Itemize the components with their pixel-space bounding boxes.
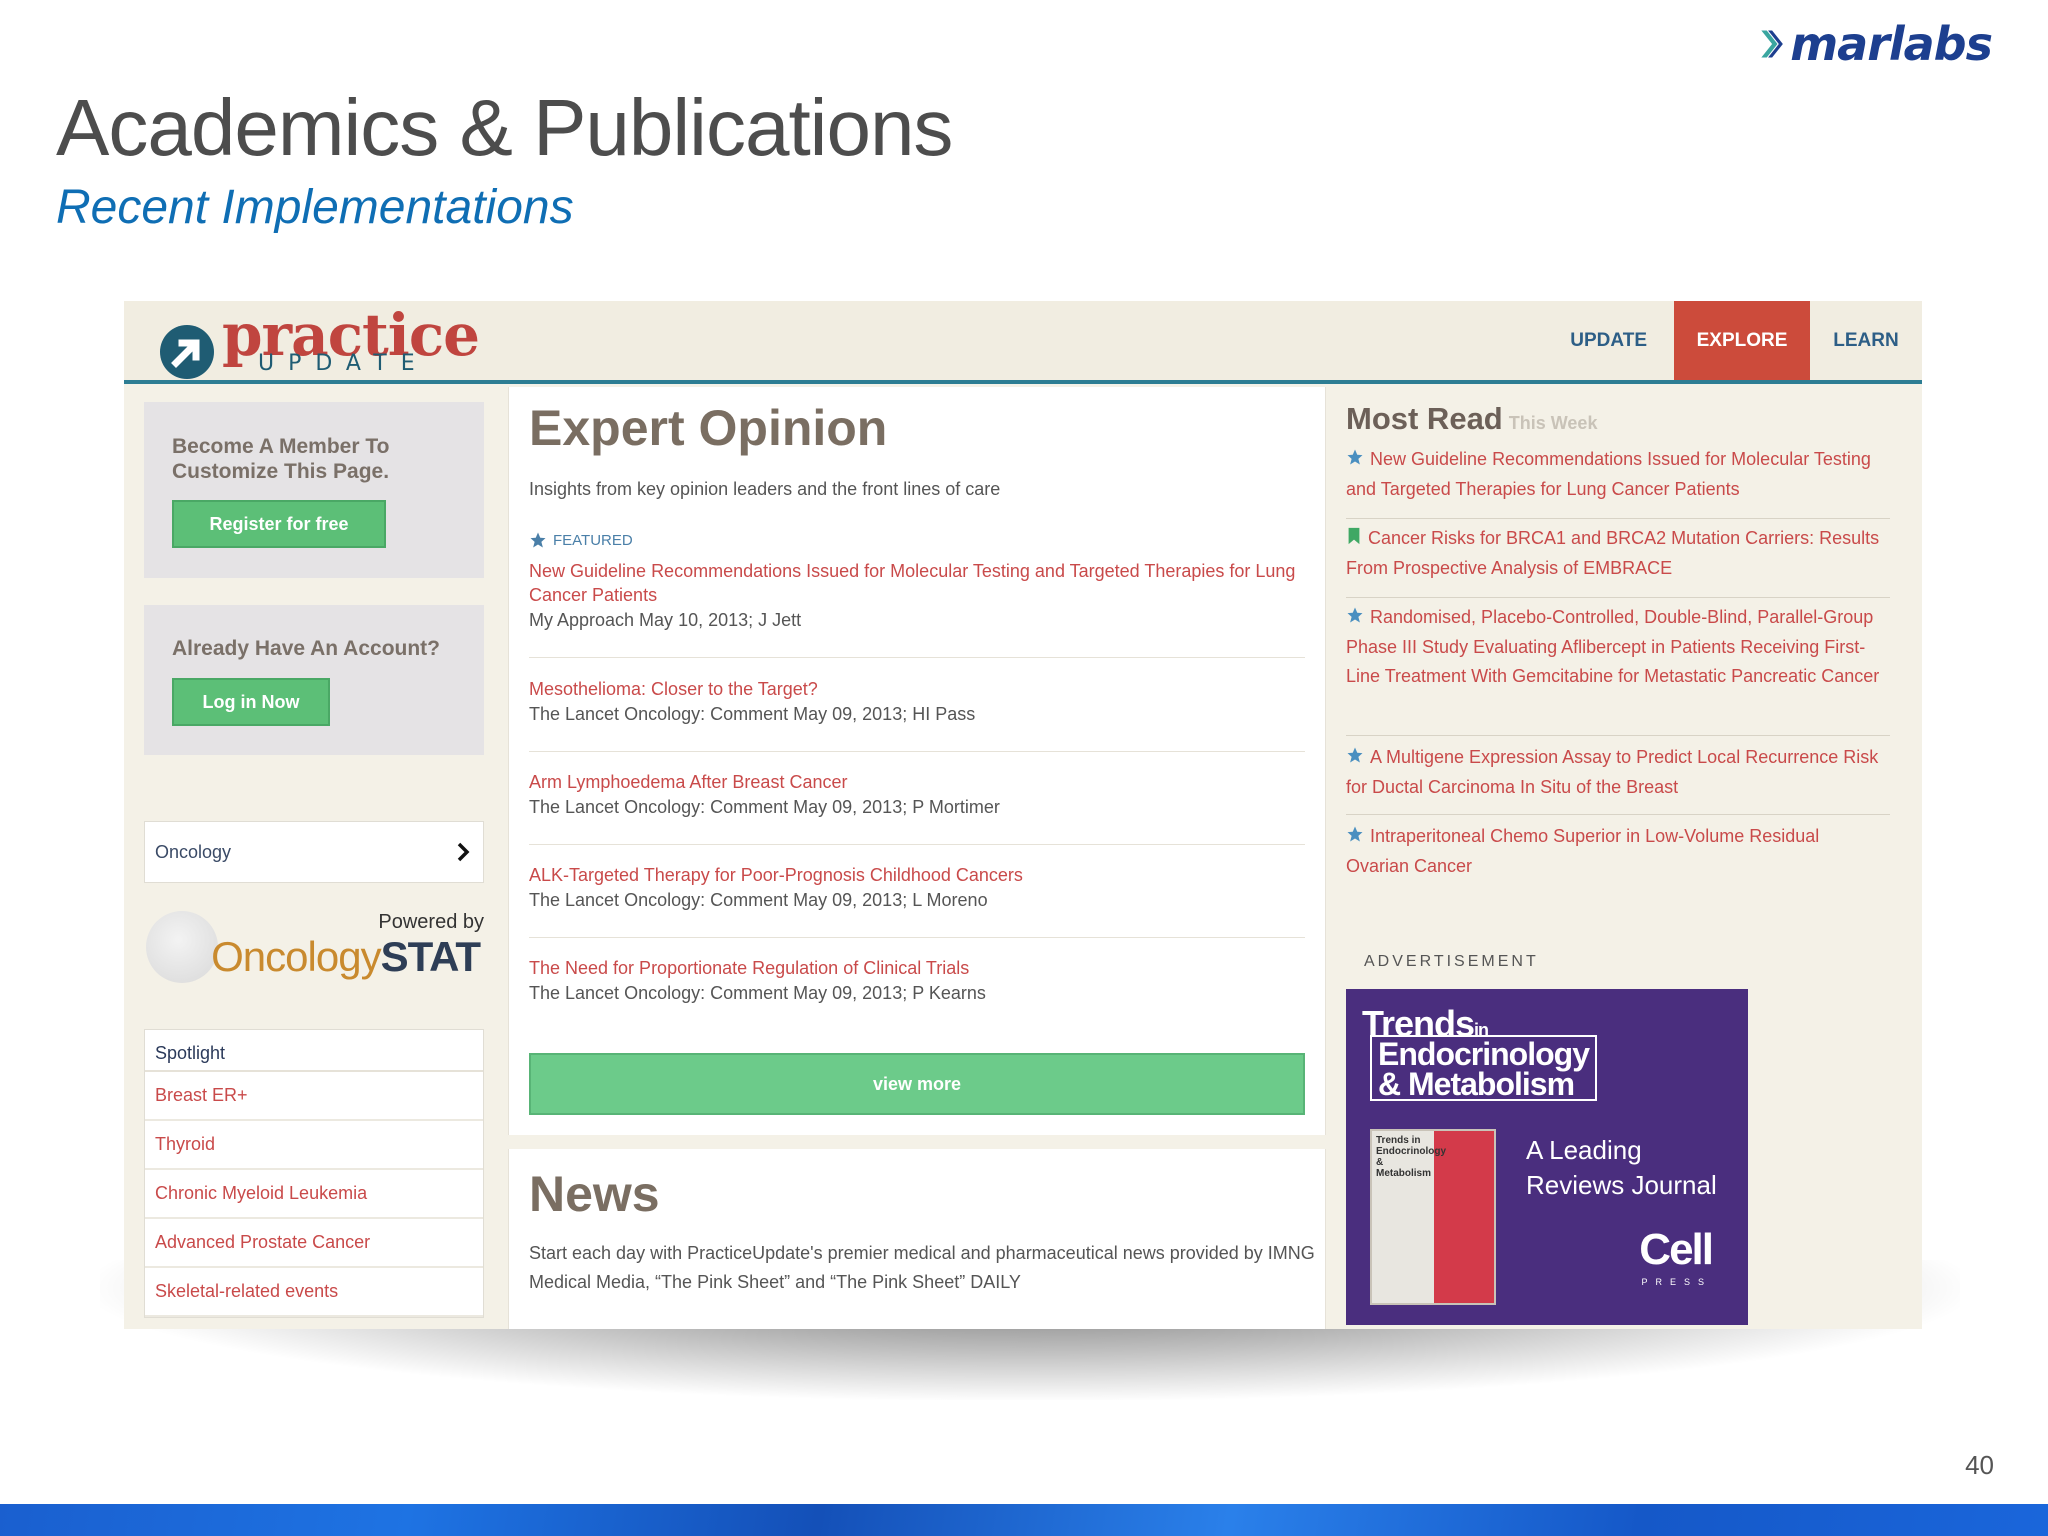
most-read-item[interactable]: New Guideline Recommendations Issued for… bbox=[1346, 445, 1886, 504]
star-icon bbox=[530, 532, 546, 548]
spotlight-item[interactable]: Chronic Myeloid Leukemia bbox=[145, 1170, 483, 1219]
spotlight-header: Spotlight bbox=[145, 1030, 483, 1072]
cell-press-sub: PRESS bbox=[1641, 1277, 1712, 1287]
news-description: Start each day with PracticeUpdate's pre… bbox=[529, 1243, 1315, 1292]
article-item: ALK-Targeted Therapy for Poor-Prognosis … bbox=[529, 863, 1305, 913]
article-title[interactable]: The Need for Proportionate Regulation of… bbox=[529, 956, 1305, 980]
article-title[interactable]: ALK-Targeted Therapy for Poor-Prognosis … bbox=[529, 863, 1305, 887]
cover-title: Trends in Endocrinology & Metabolism bbox=[1376, 1135, 1446, 1179]
divider bbox=[529, 937, 1305, 938]
news-panel: News Start each day with PracticeUpdate'… bbox=[508, 1149, 1326, 1329]
main-nav: UPDATE EXPLORE LEARN bbox=[1543, 301, 1922, 380]
divider bbox=[1346, 597, 1890, 598]
footer-band bbox=[0, 1504, 2048, 1536]
most-read-item[interactable]: Cancer Risks for BRCA1 and BRCA2 Mutatio… bbox=[1346, 524, 1886, 583]
most-read-item[interactable]: A Multigene Expression Assay to Predict … bbox=[1346, 743, 1886, 802]
marlabs-mark-icon bbox=[1761, 30, 1783, 58]
slide-title: Academics & Publications bbox=[56, 83, 953, 172]
specialty-selected-label: Oncology bbox=[155, 841, 232, 862]
marlabs-logo: marlabs bbox=[1760, 17, 1993, 71]
most-read-item[interactable]: Intraperitoneal Chemo Superior in Low-Vo… bbox=[1346, 822, 1886, 881]
member-box: Become A Member To Customize This Page. … bbox=[144, 402, 484, 578]
article-meta: The Lancet Oncology: Comment May 09, 201… bbox=[529, 797, 1000, 817]
advertisement-label: ADVERTISEMENT bbox=[1364, 953, 1539, 970]
star-icon bbox=[1347, 449, 1363, 465]
nav-update[interactable]: UPDATE bbox=[1543, 301, 1674, 380]
divider bbox=[1346, 518, 1890, 519]
ad-brand-box: Endocrinology & Metabolism bbox=[1370, 1035, 1597, 1101]
most-read-period: This Week bbox=[1508, 413, 1598, 433]
marlabs-wordmark: marlabs bbox=[1790, 17, 1993, 71]
star-icon bbox=[1347, 607, 1363, 623]
most-read-title: Most Read This Week bbox=[1346, 401, 1598, 436]
member-prompt: Become A Member To Customize This Page. bbox=[172, 435, 390, 483]
powered-by-label: Powered by bbox=[378, 911, 484, 933]
nav-explore[interactable]: EXPLORE bbox=[1674, 301, 1810, 380]
oncologystat-wordmark: OncologySTAT bbox=[211, 933, 481, 980]
spotlight-item[interactable]: Thyroid bbox=[145, 1121, 483, 1170]
most-read-item[interactable]: Randomised, Placebo-Controlled, Double-B… bbox=[1346, 603, 1886, 692]
article-meta: The Lancet Oncology: Comment May 09, 201… bbox=[529, 983, 986, 1003]
divider bbox=[1346, 735, 1890, 736]
nav-learn[interactable]: LEARN bbox=[1810, 301, 1922, 380]
expert-opinion-title: Expert Opinion bbox=[529, 400, 888, 456]
article-item: The Need for Proportionate Regulation of… bbox=[529, 956, 1305, 1006]
practiceupdate-screenshot: practice UPDATE UPDATE EXPLORE LEARN Bec… bbox=[124, 301, 1922, 1329]
expert-opinion-subtitle: Insights from key opinion leaders and th… bbox=[529, 479, 1001, 499]
article-item: Mesothelioma: Closer to the Target? The … bbox=[529, 677, 1305, 727]
page-number: 40 bbox=[1965, 1450, 1994, 1480]
divider bbox=[1346, 814, 1890, 815]
oncologystat-badge[interactable]: Powered by OncologySTAT bbox=[144, 907, 484, 997]
article-meta: The Lancet Oncology: Comment May 09, 201… bbox=[529, 704, 976, 724]
account-prompt: Already Have An Account? bbox=[172, 637, 441, 660]
article-title[interactable]: Mesothelioma: Closer to the Target? bbox=[529, 677, 1305, 701]
specialty-selector[interactable]: Oncology bbox=[144, 821, 484, 883]
article-item: Arm Lymphoedema After Breast Cancer The … bbox=[529, 770, 1305, 820]
divider bbox=[529, 657, 1305, 658]
article-title[interactable]: Arm Lymphoedema After Breast Cancer bbox=[529, 770, 1305, 794]
register-button[interactable]: Register for free bbox=[172, 500, 386, 548]
login-button[interactable]: Log in Now bbox=[172, 678, 330, 726]
arrow-circle-icon bbox=[160, 325, 214, 379]
logo-update-text: UPDATE bbox=[258, 351, 429, 376]
spotlight-list: Spotlight Breast ER+ Thyroid Chronic Mye… bbox=[144, 1029, 484, 1318]
article-item: New Guideline Recommendations Issued for… bbox=[529, 559, 1305, 633]
news-title: News bbox=[529, 1166, 660, 1222]
star-icon bbox=[1347, 747, 1363, 763]
bookmark-icon bbox=[1348, 527, 1360, 545]
divider bbox=[529, 751, 1305, 752]
chevron-right-icon bbox=[457, 842, 470, 862]
oncologystat-logo-icon bbox=[146, 911, 218, 983]
spotlight-item[interactable]: Advanced Prostate Cancer bbox=[145, 1219, 483, 1268]
account-box: Already Have An Account? Log in Now bbox=[144, 605, 484, 755]
slide-subtitle: Recent Implementations bbox=[56, 181, 574, 234]
advertisement-banner[interactable]: Trendsin Endocrinology & Metabolism Tren… bbox=[1346, 989, 1748, 1325]
ad-tagline: A Leading Reviews Journal bbox=[1526, 1135, 1717, 1200]
divider bbox=[529, 844, 1305, 845]
star-icon bbox=[1347, 826, 1363, 842]
featured-tag: FEATURED bbox=[529, 531, 633, 549]
expert-opinion-panel: Expert Opinion Insights from key opinion… bbox=[508, 387, 1326, 1135]
view-more-button[interactable]: view more bbox=[529, 1053, 1305, 1115]
article-meta: The Lancet Oncology: Comment May 09, 201… bbox=[529, 890, 988, 910]
article-title[interactable]: New Guideline Recommendations Issued for… bbox=[529, 559, 1305, 607]
site-header: practice UPDATE UPDATE EXPLORE LEARN bbox=[124, 301, 1922, 384]
journal-cover-image: Trends in Endocrinology & Metabolism bbox=[1370, 1129, 1496, 1305]
article-meta: My Approach May 10, 2013; J Jett bbox=[529, 610, 802, 630]
spotlight-item[interactable]: Breast ER+ bbox=[145, 1072, 483, 1121]
cell-press-logo: Cell bbox=[1639, 1225, 1714, 1274]
practiceupdate-logo[interactable]: practice UPDATE bbox=[160, 301, 480, 379]
spotlight-item[interactable]: Skeletal-related events bbox=[145, 1268, 483, 1317]
featured-label: FEATURED bbox=[553, 531, 633, 549]
